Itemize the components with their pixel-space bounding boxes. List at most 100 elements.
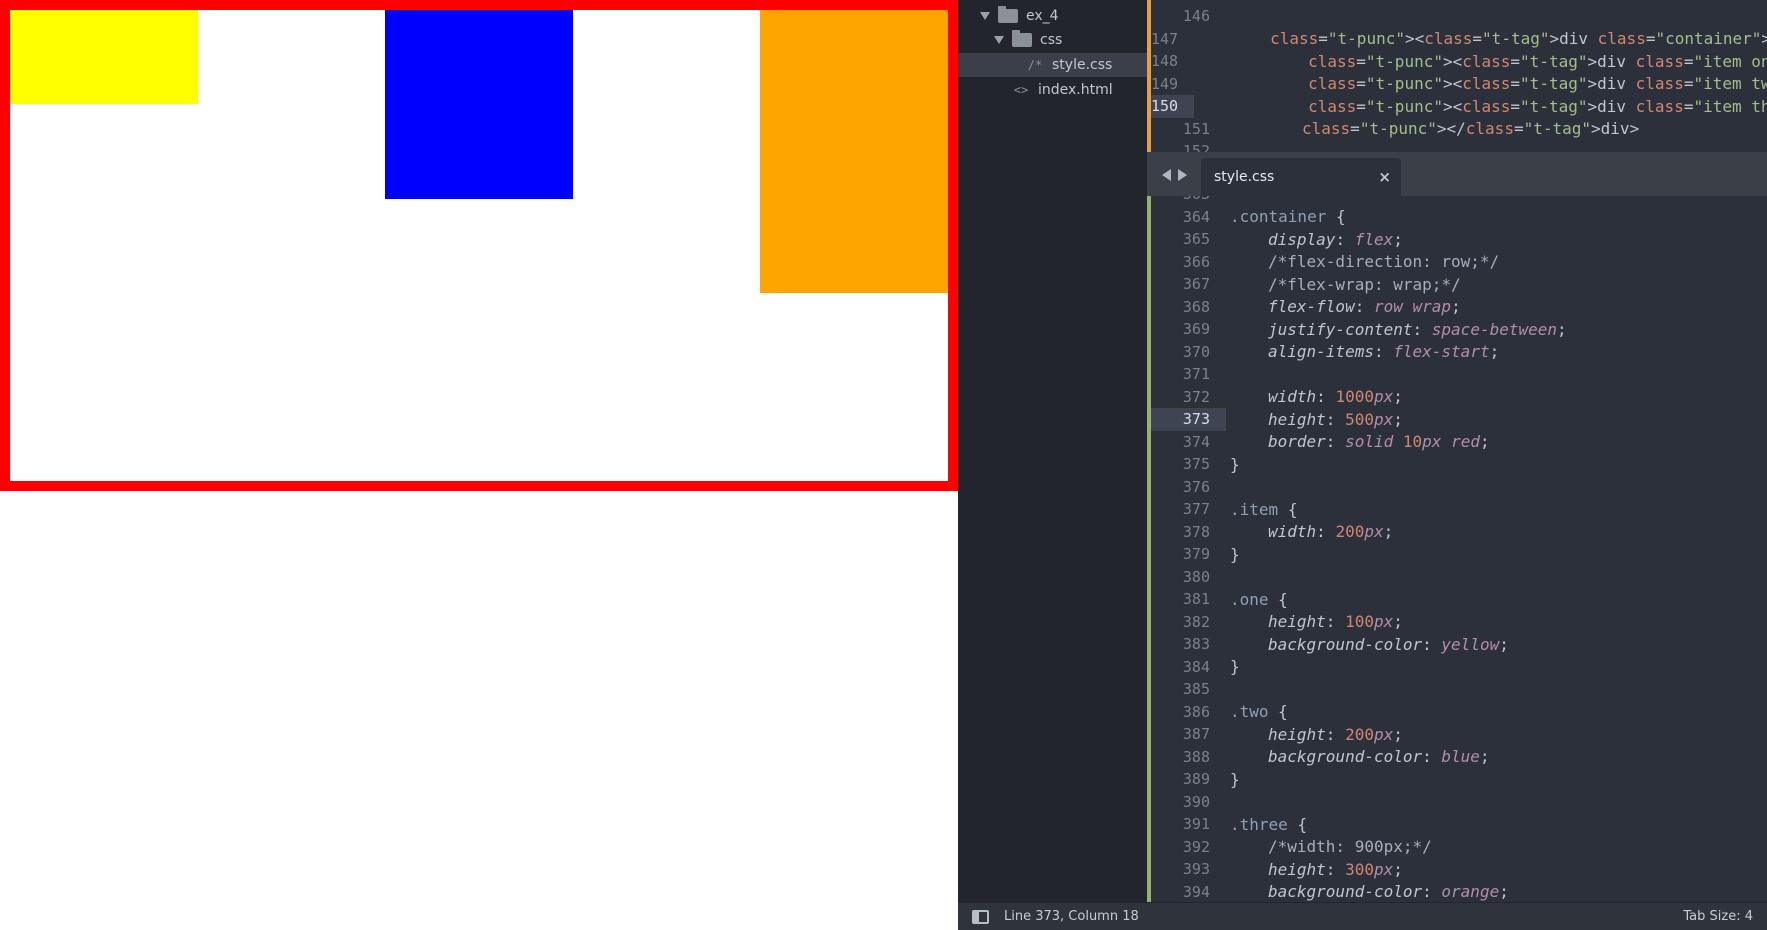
line-number: 375 (1182, 455, 1210, 474)
code-line[interactable]: 151 class="t-punc"></class="t-tag">div> (1151, 118, 1767, 141)
code-line[interactable]: 390 (1151, 791, 1767, 814)
line-number: 372 (1182, 387, 1210, 406)
line-number: 373 (1151, 408, 1226, 431)
line-number: 366 (1182, 252, 1210, 271)
code-line[interactable]: 370 align-items: flex-start; (1151, 341, 1767, 364)
code-text: .container { (1230, 207, 1346, 227)
tab-size[interactable]: Tab Size: 4 (1683, 909, 1753, 924)
line-number: 381 (1182, 590, 1210, 609)
close-icon[interactable]: × (1378, 168, 1391, 186)
tab-style-css[interactable]: style.css × (1201, 158, 1401, 196)
code-line[interactable]: 146 (1151, 5, 1767, 28)
arrow-right-icon[interactable] (1178, 169, 1187, 181)
code-line[interactable]: 367 /*flex-wrap: wrap;*/ (1151, 273, 1767, 296)
sidebar-item-label: index.html (1038, 82, 1113, 98)
code-line[interactable]: 148 class="t-punc"><class="t-tag">div cla… (1151, 50, 1767, 73)
line-number: 147 (1151, 29, 1179, 48)
code-line[interactable]: 375} (1151, 453, 1767, 476)
line-number: 392 (1182, 837, 1210, 856)
line-number: 378 (1182, 522, 1210, 541)
code-line[interactable]: 377 .item { (1151, 498, 1767, 521)
code-text: .three { (1230, 814, 1308, 834)
code-line[interactable]: 386 .two { (1151, 701, 1767, 724)
code-text: /*width: 900px;*/ (1268, 837, 1432, 857)
code-line[interactable]: 378 width: 200px; (1151, 521, 1767, 544)
code-text: height: 500px; (1268, 409, 1403, 429)
code-line[interactable]: 394 background-color: orange; (1151, 881, 1767, 903)
file-sidebar: ex_4 css /* style.css <> index.html (958, 0, 1147, 902)
code-line[interactable]: 380 (1151, 566, 1767, 589)
code-line[interactable]: 152 (1151, 140, 1767, 152)
code-text: } (1230, 657, 1240, 677)
line-number: 148 (1151, 52, 1179, 71)
arrow-left-icon[interactable] (1162, 169, 1171, 181)
sidebar-item-style-css[interactable]: /* style.css (958, 53, 1147, 77)
folder-icon (998, 6, 1018, 23)
line-number: 390 (1182, 792, 1210, 811)
code-line[interactable]: 371 (1151, 363, 1767, 386)
code-line[interactable]: 372 width: 1000px; (1151, 386, 1767, 409)
line-number: 371 (1182, 365, 1210, 384)
code-text: /*flex-direction: row;*/ (1268, 252, 1500, 272)
line-number: 374 (1182, 432, 1210, 451)
code-text: height: 300px; (1268, 859, 1403, 879)
code-line[interactable]: 369 justify-content: space-between; (1151, 318, 1767, 341)
code-line[interactable]: 384} (1151, 656, 1767, 679)
code-line[interactable]: 373 height: 500px; (1151, 408, 1767, 431)
code-pane-css[interactable]: 363364 .container {365 display: flex; 366 /*… (1147, 196, 1767, 902)
code-line[interactable]: 393 height: 300px; (1151, 858, 1767, 881)
code-line[interactable]: 368 flex-flow: row wrap; (1151, 296, 1767, 319)
code-text: class="t-punc"><class="t-tag">div class=… (1308, 74, 1767, 94)
sidebar-item-label: ex_4 (1026, 8, 1059, 24)
code-text: class="t-punc"></class="t-tag">div> (1302, 119, 1640, 139)
code-line[interactable]: 383 background-color: yellow; (1151, 633, 1767, 656)
code-text: background-color: orange; (1268, 882, 1509, 902)
code-line[interactable]: 149 class="t-punc"><class="t-tag">div cla… (1151, 73, 1767, 96)
line-number: 385 (1182, 680, 1210, 699)
css-file-icon: /* (1027, 58, 1043, 72)
code-line[interactable]: 376 (1151, 476, 1767, 499)
sidebar-item-label: css (1040, 32, 1063, 48)
code-line[interactable]: 364 .container { (1151, 206, 1767, 229)
line-number: 380 (1182, 567, 1210, 586)
tab-label: style.css (1214, 169, 1275, 185)
line-number: 391 (1182, 815, 1210, 834)
code-line[interactable]: 387 height: 200px; (1151, 723, 1767, 746)
code-line[interactable]: 379} (1151, 543, 1767, 566)
code-line[interactable]: 374 border: solid 10px red; (1151, 431, 1767, 454)
line-number: 382 (1182, 612, 1210, 631)
code-line[interactable]: 391 .three { (1151, 813, 1767, 836)
code-line[interactable]: 382 height: 100px; (1151, 611, 1767, 634)
code-line[interactable]: 385 (1151, 678, 1767, 701)
line-number: 393 (1182, 860, 1210, 879)
item-three (760, 10, 948, 293)
code-line[interactable]: 147 class="t-punc"><class="t-tag">div cla… (1151, 28, 1767, 51)
sidebar-item-ex4[interactable]: ex_4 (958, 4, 1147, 28)
tab-bar: style.css × (1147, 152, 1767, 196)
code-text: .two { (1230, 702, 1288, 722)
sidebar-item-index-html[interactable]: <> index.html (958, 78, 1147, 102)
code-line[interactable]: 381 .one { (1151, 588, 1767, 611)
line-number: 152 (1182, 142, 1210, 152)
code-line[interactable]: 389} (1151, 768, 1767, 791)
line-number: 367 (1182, 275, 1210, 294)
sidebar-item-css[interactable]: css (958, 28, 1147, 52)
code-line[interactable]: 366 /*flex-direction: row;*/ (1151, 251, 1767, 274)
line-number: 384 (1182, 657, 1210, 676)
item-one (10, 10, 198, 104)
line-number: 376 (1182, 477, 1210, 496)
line-number: 389 (1182, 770, 1210, 789)
code-text: class="t-punc"><class="t-tag">div class=… (1308, 51, 1767, 71)
line-number: 387 (1182, 725, 1210, 744)
line-number: 377 (1182, 500, 1210, 519)
line-number: 150 (1151, 95, 1195, 118)
code-line[interactable]: 365 display: flex; (1151, 228, 1767, 251)
line-number: 146 (1182, 7, 1210, 26)
code-pane-html[interactable]: 146 147 class="t-punc"><class="t-tag">div … (1147, 0, 1767, 152)
code-line[interactable]: 363 (1151, 196, 1767, 206)
code-line[interactable]: 388 background-color: blue; (1151, 746, 1767, 769)
code-line[interactable]: 150 class="t-punc"><class="t-tag">div cla… (1151, 95, 1767, 118)
item-two (385, 10, 573, 199)
panel-toggle-icon[interactable] (972, 910, 989, 924)
code-line[interactable]: 392 /*width: 900px;*/ (1151, 836, 1767, 859)
